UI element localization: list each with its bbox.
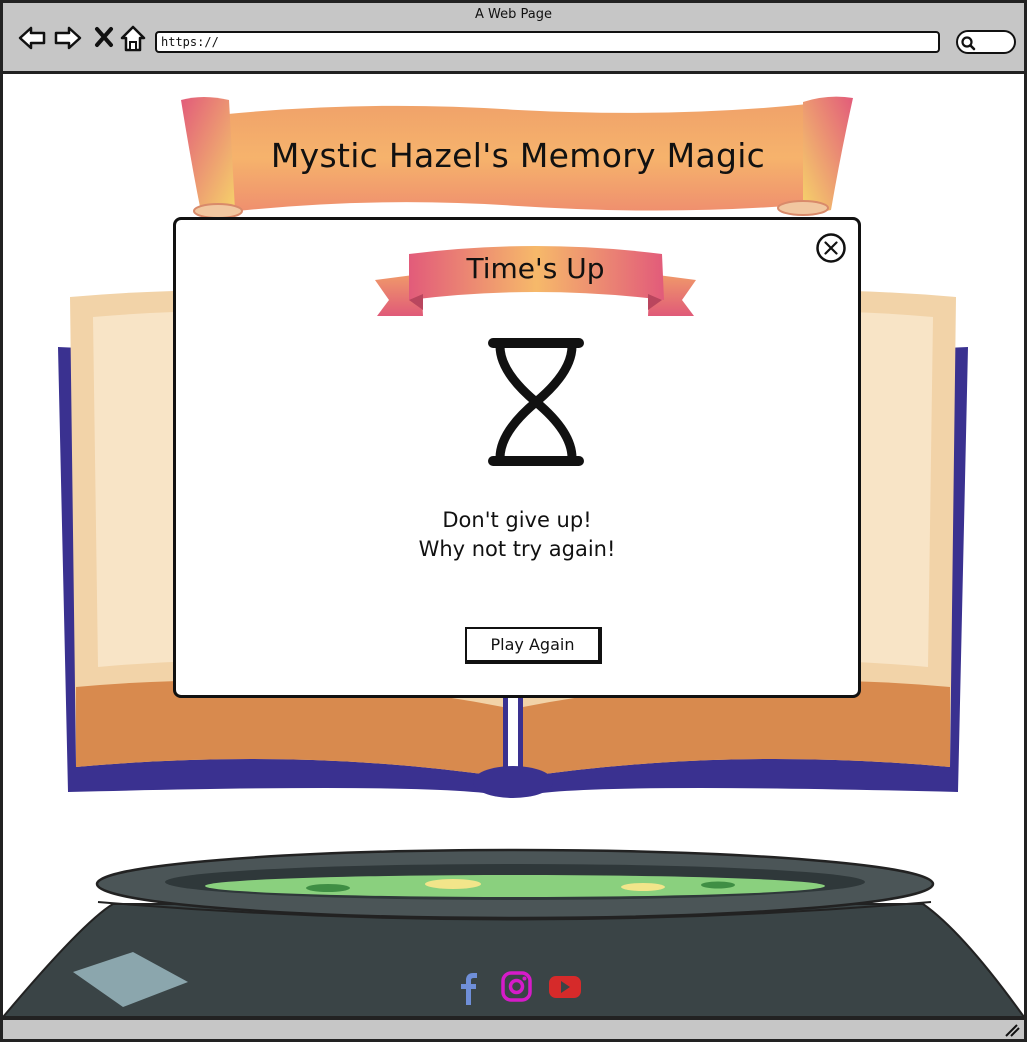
- title-banner: Mystic Hazel's Memory Magic: [173, 92, 863, 224]
- back-arrow-icon[interactable]: [17, 23, 47, 53]
- resize-grip-icon[interactable]: [1004, 1023, 1020, 1037]
- message-line-1: Don't give up!: [442, 508, 592, 532]
- address-bar[interactable]: https://: [155, 31, 940, 53]
- browser-toolbar: A Web Page https://: [3, 3, 1024, 74]
- message-line-2: Why not try again!: [418, 537, 616, 561]
- modal-message: Don't give up! Why not try again!: [176, 506, 858, 564]
- hourglass-icon: [488, 338, 584, 466]
- youtube-icon[interactable]: [547, 967, 583, 1007]
- facebook-icon[interactable]: [456, 967, 482, 1007]
- close-x-icon[interactable]: [91, 23, 121, 53]
- forward-arrow-icon[interactable]: [53, 23, 83, 53]
- close-circle-icon[interactable]: [815, 232, 847, 264]
- search-icon: [961, 36, 976, 51]
- browser-window: A Web Page https:// Mystic Hazel's Memor…: [0, 0, 1027, 1042]
- home-icon[interactable]: [118, 23, 148, 53]
- modal-title: Time's Up: [466, 252, 605, 285]
- modal-title-ribbon: Time's Up: [373, 244, 698, 320]
- page-title: Mystic Hazel's Memory Magic: [270, 136, 766, 175]
- search-box[interactable]: [956, 30, 1016, 54]
- instagram-icon[interactable]: [500, 967, 534, 1007]
- times-up-modal: Time's Up Don't give up! Why not try aga…: [173, 217, 861, 698]
- play-again-button[interactable]: Play Again: [465, 627, 602, 664]
- browser-statusbar: [3, 1017, 1024, 1039]
- window-title: A Web Page: [475, 7, 552, 22]
